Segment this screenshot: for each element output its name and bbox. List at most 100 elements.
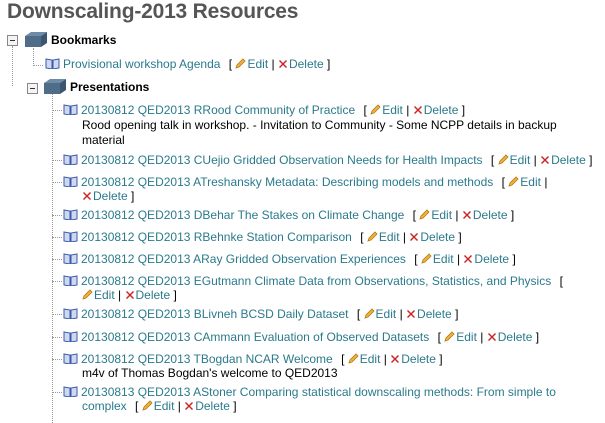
presentation-link[interactable]: 20130812 QED2013 DBehar The Stakes on Cl… bbox=[81, 208, 404, 222]
delete-button[interactable]: Delete bbox=[401, 352, 436, 366]
presentation-link-continued[interactable]: complex bbox=[82, 399, 127, 413]
presentation-link[interactable]: 20130812 QED2013 RRood Community of Prac… bbox=[81, 103, 355, 117]
delete-icon[interactable] bbox=[413, 105, 423, 115]
pencil-icon[interactable] bbox=[363, 308, 375, 319]
presentation-link[interactable]: 20130812 QED2013 ARay Gridded Observatio… bbox=[81, 252, 406, 266]
edit-button[interactable]: Edit bbox=[510, 153, 531, 167]
delete-icon[interactable] bbox=[390, 354, 400, 364]
bracket: [ bbox=[363, 103, 367, 117]
edit-button[interactable]: Edit bbox=[154, 399, 175, 413]
edit-button[interactable]: Edit bbox=[94, 288, 115, 302]
delete-icon[interactable] bbox=[409, 232, 419, 242]
bookmark-icon bbox=[63, 253, 78, 264]
bookmark-link[interactable]: Provisional workshop Agenda bbox=[63, 57, 220, 71]
delete-button[interactable]: Delete bbox=[136, 288, 171, 302]
edit-button[interactable]: Edit bbox=[456, 330, 477, 344]
tree-guide-line bbox=[52, 392, 62, 393]
presentation-link[interactable]: 20130812 QED2013 CAmmann Evaluation of O… bbox=[81, 330, 429, 344]
pencil-icon[interactable] bbox=[370, 104, 381, 115]
delete-icon[interactable] bbox=[82, 191, 92, 201]
edit-button[interactable]: Edit bbox=[520, 175, 541, 189]
presentation-item-continued: complex [ Edit | Delete ] bbox=[82, 398, 237, 414]
tree-guide-line bbox=[52, 237, 62, 238]
tree-guide-line bbox=[52, 110, 62, 111]
pencil-icon[interactable] bbox=[235, 58, 247, 69]
presentation-link[interactable]: 20130812 QED2013 RBehnke Station Compari… bbox=[81, 230, 352, 244]
delete-icon[interactable] bbox=[406, 309, 416, 319]
presentation-item: 20130812 QED2013 RBehnke Station Compari… bbox=[63, 229, 462, 245]
bracket: ] bbox=[458, 230, 462, 244]
pencil-icon[interactable] bbox=[82, 289, 93, 300]
delete-button[interactable]: Delete bbox=[474, 252, 509, 266]
presentation-item: 20130812 QED2013 RRood Community of Prac… bbox=[63, 102, 465, 118]
collapse-toggle-bookmarks[interactable] bbox=[7, 35, 18, 46]
presentation-link[interactable]: 20130812 QED2013 BLivneh BCSD Daily Data… bbox=[81, 307, 349, 321]
presentation-link[interactable]: 20130812 QED2013 CUejio Gridded Observat… bbox=[81, 153, 483, 167]
presentation-link[interactable]: 20130812 QED2013 ATreshansky Metadata: D… bbox=[81, 175, 493, 189]
separator: | bbox=[118, 288, 122, 302]
tree-guide-line bbox=[52, 259, 62, 260]
pencil-icon[interactable] bbox=[497, 154, 509, 165]
edit-button[interactable]: Edit bbox=[360, 352, 381, 366]
tree-guide-line bbox=[52, 281, 62, 282]
tree-guide-line bbox=[33, 48, 34, 66]
edit-button[interactable]: Edit bbox=[431, 208, 452, 222]
delete-icon[interactable] bbox=[184, 401, 194, 411]
edit-button[interactable]: Edit bbox=[433, 252, 454, 266]
delete-button[interactable]: Delete bbox=[551, 153, 586, 167]
delete-button[interactable]: Delete bbox=[93, 189, 128, 203]
delete-button[interactable]: Delete bbox=[195, 399, 230, 413]
delete-button[interactable]: Delete bbox=[420, 230, 455, 244]
edit-button[interactable]: Edit bbox=[379, 230, 400, 244]
bracket: [ bbox=[356, 307, 361, 321]
delete-button[interactable]: Delete bbox=[498, 330, 533, 344]
bookmark-icon bbox=[63, 308, 78, 319]
presentation-item: 20130812 QED2013 BLivneh BCSD Daily Data… bbox=[63, 306, 458, 322]
folder-label-presentations[interactable]: Presentations bbox=[70, 80, 149, 94]
delete-button[interactable]: Delete bbox=[424, 103, 459, 117]
separator: | bbox=[456, 252, 461, 266]
pencil-icon[interactable] bbox=[142, 400, 153, 411]
pencil-icon[interactable] bbox=[419, 209, 430, 220]
delete-icon[interactable] bbox=[487, 332, 497, 342]
bracket: ] bbox=[327, 57, 331, 71]
presentation-description: Rood opening talk in workshop. - Invitat… bbox=[82, 118, 557, 132]
separator: | bbox=[480, 330, 484, 344]
separator: | bbox=[383, 352, 387, 366]
separator: | bbox=[402, 230, 407, 244]
edit-button[interactable]: Edit bbox=[247, 57, 268, 71]
pencil-icon[interactable] bbox=[348, 353, 359, 364]
collapse-toggle-presentations[interactable] bbox=[27, 83, 38, 94]
resource-tree: Bookmarks Provisional workshop Agenda [ … bbox=[0, 0, 605, 423]
bookmark-icon bbox=[63, 353, 78, 364]
bracket: ] bbox=[233, 399, 237, 413]
bracket: ] bbox=[439, 352, 443, 366]
bracket: ] bbox=[512, 252, 516, 266]
presentation-link[interactable]: 20130812 QED2013 EGutmann Climate Data f… bbox=[81, 274, 551, 288]
folder-label-bookmarks[interactable]: Bookmarks bbox=[51, 33, 116, 47]
bracket: ] bbox=[589, 153, 593, 167]
bookmark-item: Provisional workshop Agenda [ Edit | Del… bbox=[45, 56, 330, 72]
presentation-link[interactable]: 20130813 QED2013 AStoner Comparing stati… bbox=[81, 385, 556, 399]
delete-icon[interactable] bbox=[125, 290, 135, 300]
delete-button[interactable]: Delete bbox=[289, 57, 324, 71]
pencil-icon[interactable] bbox=[508, 176, 519, 187]
delete-button[interactable]: Delete bbox=[417, 307, 452, 321]
delete-icon[interactable] bbox=[463, 254, 473, 264]
pencil-icon[interactable] bbox=[444, 331, 455, 342]
delete-button[interactable]: Delete bbox=[473, 208, 508, 222]
edit-button[interactable]: Edit bbox=[382, 103, 403, 117]
presentation-link[interactable]: 20130812 QED2013 TBogdan NCAR Welcome bbox=[81, 352, 333, 366]
delete-icon[interactable] bbox=[540, 155, 550, 165]
pencil-icon[interactable] bbox=[367, 231, 378, 242]
pencil-icon[interactable] bbox=[421, 253, 432, 264]
delete-icon[interactable] bbox=[278, 59, 288, 69]
tree-guide-line bbox=[12, 46, 13, 86]
presentation-description: m4v of Thomas Bogdan's welcome to QED201… bbox=[82, 366, 338, 380]
presentation-item: 20130812 QED2013 TBogdan NCAR Welcome [ … bbox=[63, 351, 443, 367]
separator: | bbox=[455, 208, 459, 222]
bracket: [ bbox=[135, 399, 139, 413]
edit-button[interactable]: Edit bbox=[376, 307, 397, 321]
delete-icon[interactable] bbox=[462, 210, 472, 220]
bookmark-icon bbox=[63, 176, 78, 187]
